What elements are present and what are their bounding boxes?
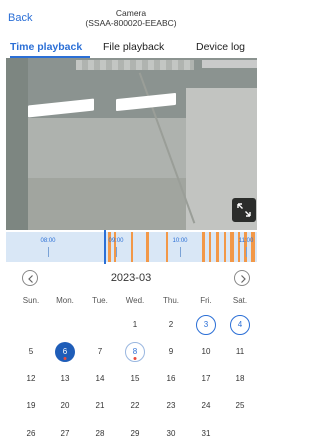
header-bar: Back Camera (SSAA-800020-EEABC) xyxy=(0,0,262,34)
title-camera: Camera xyxy=(115,8,147,18)
timeline-tick xyxy=(246,247,247,257)
recording-segment xyxy=(209,232,211,262)
tab-bar: Time playback File playback Device log xyxy=(0,38,262,58)
blurred-overlay-text xyxy=(76,60,194,70)
chevron-right-icon xyxy=(241,275,246,283)
recording-dot xyxy=(63,357,67,360)
timeline-cursor[interactable] xyxy=(104,230,106,264)
weekday-label: Mon. xyxy=(56,296,74,305)
calendar-day[interactable]: 5 xyxy=(21,342,41,362)
calendar-day[interactable]: 30 xyxy=(161,424,181,444)
calendar-day[interactable]: 27 xyxy=(55,424,75,444)
recording-segment xyxy=(108,232,111,262)
calendar-day[interactable]: 19 xyxy=(21,396,41,416)
blurred-timestamp xyxy=(202,60,257,68)
calendar-day[interactable]: 4 xyxy=(230,315,250,335)
calendar-day[interactable]: 25 xyxy=(230,396,250,416)
recording-dot xyxy=(133,357,137,360)
recording-segment xyxy=(230,232,234,262)
calendar-day[interactable]: 29 xyxy=(125,424,145,444)
weekday-label: Wed. xyxy=(125,296,145,305)
calendar-day[interactable]: 16 xyxy=(161,369,181,389)
calendar-day[interactable]: 10 xyxy=(196,342,216,362)
video-frame-left xyxy=(6,58,28,230)
calendar-day[interactable]: 31 xyxy=(196,424,216,444)
timeline-tick xyxy=(180,247,181,257)
recording-segment xyxy=(251,232,255,262)
calendar-day[interactable]: 12 xyxy=(21,369,41,389)
recording-segment xyxy=(224,232,226,262)
next-month-button[interactable] xyxy=(234,270,250,286)
calendar-day[interactable]: 14 xyxy=(90,369,110,389)
timeline-tick xyxy=(116,247,117,257)
calendar-day[interactable]: 21 xyxy=(90,396,110,416)
calendar-header: 2023-03 xyxy=(0,266,262,288)
calendar-day[interactable]: 17 xyxy=(196,369,216,389)
calendar-day[interactable]: 3 xyxy=(196,315,216,335)
calendar-day[interactable]: 20 xyxy=(55,396,75,416)
timeline-tick-label: 10:00 xyxy=(172,238,188,244)
calendar-day[interactable]: 7 xyxy=(90,342,110,362)
playback-timeline[interactable]: 08:00 09:00 10:00 11:00 xyxy=(6,230,257,264)
recording-segment xyxy=(131,232,133,262)
expand-icon xyxy=(237,203,251,217)
recording-segment xyxy=(238,232,240,262)
recording-segment xyxy=(146,232,149,262)
calendar-day[interactable]: 28 xyxy=(90,424,110,444)
weekday-label: Sat. xyxy=(232,296,248,305)
recording-segment xyxy=(166,232,168,262)
timeline-tick-label: 08:00 xyxy=(40,238,56,244)
timeline-tick-label: 09:00 xyxy=(108,238,124,244)
calendar-day[interactable]: 9 xyxy=(161,342,181,362)
recording-segment xyxy=(216,232,219,262)
calendar-day[interactable]: 18 xyxy=(230,369,250,389)
calendar-day[interactable]: 1 xyxy=(125,315,145,335)
fullscreen-button[interactable] xyxy=(232,198,256,222)
page-title: Camera (SSAA-800020-EEABC) xyxy=(0,8,262,28)
tab-device-log[interactable]: Device log xyxy=(196,41,245,53)
timeline-tick-label: 11:00 xyxy=(238,238,254,244)
tab-time-playback[interactable]: Time playback xyxy=(10,41,82,53)
calendar-day[interactable]: 26 xyxy=(21,424,41,444)
calendar-day[interactable]: 22 xyxy=(125,396,145,416)
weekday-label: Thu. xyxy=(162,296,179,305)
title-device-id: (SSAA-800020-EEABC) xyxy=(85,18,177,28)
calendar-day[interactable]: 11 xyxy=(230,342,250,362)
calendar-day[interactable]: 24 xyxy=(196,396,216,416)
weekday-label: Sun. xyxy=(22,296,40,305)
calendar-day[interactable]: 23 xyxy=(161,396,181,416)
calendar-day[interactable]: 13 xyxy=(55,369,75,389)
weekday-label: Tue. xyxy=(92,296,108,305)
calendar-month: 2023-03 xyxy=(110,272,152,284)
video-player[interactable] xyxy=(6,58,257,230)
calendar-day[interactable]: 15 xyxy=(125,369,145,389)
timeline-tick xyxy=(48,247,49,257)
calendar-day[interactable]: 2 xyxy=(161,315,181,335)
recording-segment xyxy=(202,232,205,262)
weekday-label: Fri. xyxy=(200,296,212,305)
tab-file-playback[interactable]: File playback xyxy=(103,41,164,53)
